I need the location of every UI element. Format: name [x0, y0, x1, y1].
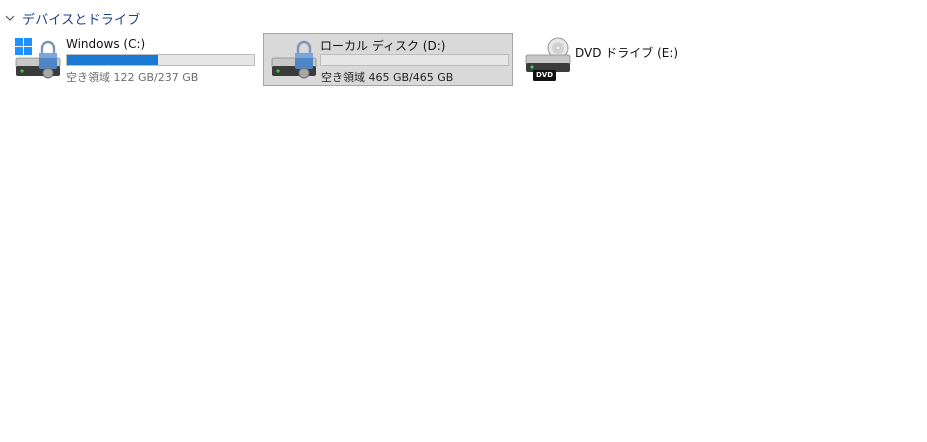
drive-name: ローカル ディスク (D:)	[320, 39, 446, 53]
drive-name: DVD ドライブ (E:)	[575, 46, 679, 60]
free-space-text: 空き領域 465 GB/465 GB	[321, 71, 454, 84]
local-disk-icon	[271, 40, 317, 79]
dvd-badge: DVD	[535, 71, 554, 79]
drive-tile-c[interactable]: Windows (C:) 空き領域 122 GB/237 GB	[10, 34, 260, 85]
storage-usage-bar	[66, 54, 255, 66]
drive-tile-d[interactable]: ローカル ディスク (D:) 空き領域 465 GB/465 GB	[263, 33, 513, 86]
drive-tile-e[interactable]: DVD DVD ドライブ (E:)	[520, 34, 700, 85]
free-space-text: 空き領域 122 GB/237 GB	[66, 71, 199, 84]
section-title: デバイスとドライブ	[22, 12, 141, 28]
chevron-down-icon	[5, 15, 15, 21]
section-header-devices-drives[interactable]: デバイスとドライブ	[4, 8, 140, 28]
drive-name: Windows (C:)	[66, 37, 146, 51]
windows-drive-icon	[15, 38, 61, 79]
storage-usage-fill	[67, 55, 158, 65]
storage-usage-bar	[320, 54, 509, 66]
